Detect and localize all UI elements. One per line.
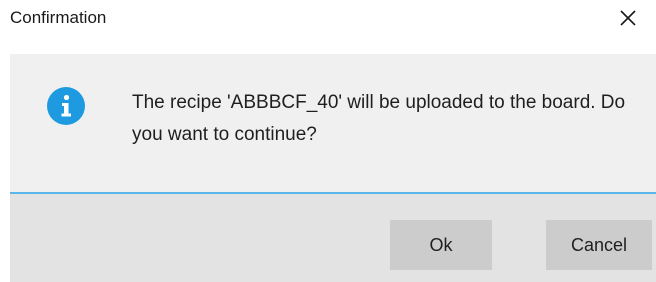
cancel-button[interactable]: Cancel [546,220,652,270]
dialog-title: Confirmation [10,8,107,27]
message-text: The recipe 'ABBBCF_40' will be uploaded … [132,92,626,145]
info-icon [47,87,85,125]
button-bar: Ok Cancel [10,194,656,282]
title-bar: Confirmation [0,0,656,38]
close-icon [620,10,636,26]
ok-button[interactable]: Ok [390,220,492,270]
message-area: The recipe 'ABBBCF_40' will be uploaded … [10,54,656,194]
confirmation-dialog: Confirmation The recipe 'ABBBCF_40' will… [0,0,656,282]
close-button[interactable] [616,6,640,30]
